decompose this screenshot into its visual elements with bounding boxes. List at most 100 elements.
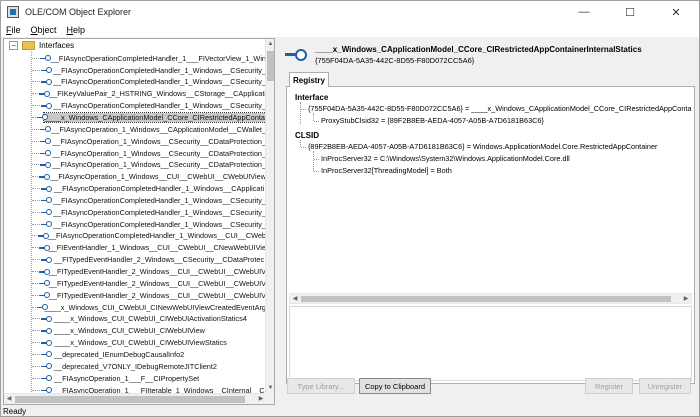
tree-item-label: __FIAsyncOperation_1___F__CIPropertySet (54, 373, 200, 383)
interface-icon (285, 48, 307, 62)
tree-connector (32, 294, 38, 296)
status-text: Ready (3, 406, 27, 416)
menu-bar: File Object Help (1, 23, 699, 37)
tree-item[interactable]: __FIAsyncOperation_1___F__CIPropertySet (4, 372, 266, 384)
tree-vertical-scrollbar[interactable]: ▲ ▼ (265, 39, 274, 393)
tree-item[interactable]: ____x_Windows_CUI_CWebUI_CINewWebUIViewC… (4, 301, 266, 313)
tree-item[interactable]: __FIAsyncOperation_1_Windows__CSecurity_… (4, 159, 266, 171)
tree-item[interactable]: __FIAsyncOperationCompletedHandler_1___F… (4, 52, 266, 64)
tree-item-label: __FIAsyncOperation_1_Windows__CSecurity_… (52, 160, 266, 170)
tree-connector (32, 69, 40, 71)
tree-item[interactable]: __FIAsyncOperationCompletedHandler_1_Win… (4, 183, 266, 195)
tree-connector (32, 93, 38, 95)
menu-help[interactable]: Help (62, 25, 91, 35)
tree-item[interactable]: __FIAsyncOperationCompletedHandler_1_Win… (4, 100, 266, 112)
scroll-left-icon[interactable]: ◀ (4, 394, 14, 404)
interface-icon (40, 196, 53, 204)
tree-item-label: ____x_Windows_CUI_CWebUI_CIWebUIActivati… (54, 314, 247, 324)
scroll-right-icon[interactable]: ▶ (681, 294, 691, 305)
interface-icon (40, 149, 52, 157)
registry-connector-line (300, 140, 301, 147)
window-title: OLE/COM Object Explorer (25, 7, 132, 17)
scrollbar-corner (265, 393, 274, 404)
tree-item[interactable]: ____x_Windows_CApplicationModel_CCore_CI… (4, 111, 266, 123)
tree-item[interactable]: __deprecated_V7ONLY_IDebugRemoteJITClien… (4, 360, 266, 372)
registry-clsid-entry: {89F2B8EB-AEDA-4057-A05B-A7D6181B63C6} =… (300, 142, 658, 151)
tab-registry[interactable]: Registry (289, 72, 329, 87)
tree-item[interactable]: ____x_Windows_CUI_CWebUI_CIWebUIActivati… (4, 313, 266, 325)
tree-item-label: __FITypedEventHandler_2_Windows__CUI__CW… (48, 267, 266, 276)
tree-connector (32, 188, 40, 190)
copy-to-clipboard-button[interactable]: Copy to Clipboard (359, 378, 431, 394)
tree-item[interactable]: __FIAsyncOperationCompletedHandler_1_Win… (4, 218, 266, 230)
tree-item[interactable]: __FITypedEventHandler_2_Windows__CSecuri… (4, 254, 266, 266)
tree-connector (32, 81, 40, 83)
tree-item[interactable]: __FIKeyValuePair_2_HSTRING_Windows__CSto… (4, 88, 266, 100)
tree-item[interactable]: __FIAsyncOperation_1_Windows__CUI__CWebU… (4, 171, 266, 183)
tree-vertical-scroll-thumb[interactable] (267, 51, 274, 81)
interface-icon (40, 220, 53, 228)
tree-connector (32, 365, 40, 367)
tree-item-label: __FIAsyncOperationCompletedHandler_1___F… (50, 53, 266, 63)
tree-item-label: __FIAsyncOperation_1___FIIterable_1_Wind… (54, 385, 265, 394)
tree-item[interactable]: __FIAsyncOperation_1_Windows__CSecurity_… (4, 135, 266, 147)
maximize-button[interactable]: ☐ (607, 1, 653, 23)
interface-icon (36, 113, 48, 121)
tree-item-label: __FIKeyValuePair_2_HSTRING_Windows__CSto… (49, 89, 266, 99)
tree-item[interactable]: __FIAsyncOperationCompletedHandler_1_Win… (4, 230, 266, 242)
tree-item[interactable]: ____x_Windows_CUI_CWebUI_CIWebUIViewStat… (4, 337, 266, 349)
tree-item-label: __FIAsyncOperationCompletedHandler_1_Win… (53, 207, 266, 217)
tree-item-label: __FITypedEventHandler_2_Windows__CUI__CW… (48, 290, 266, 300)
tree-item[interactable]: __FIAsyncOperationCompletedHandler_1_Win… (4, 76, 266, 88)
tree-item[interactable]: __FITypedEventHandler_2_Windows__CUI__CW… (4, 266, 266, 278)
interface-icon (37, 303, 48, 311)
registry-threading-model: InProcServer32[ThreadingModel] = Both (314, 166, 452, 175)
collapse-icon[interactable]: − (9, 41, 18, 50)
interface-icon (41, 350, 52, 358)
tree-item[interactable]: __FIAsyncOperationCompletedHandler_1_Win… (4, 194, 266, 206)
tree-item[interactable]: __FIAsyncOperationCompletedHandler_1_Win… (4, 206, 266, 218)
object-detail-pane: ____x_Windows_CApplicationModel_CCore_CI… (279, 38, 698, 405)
type-library-button[interactable]: Type Library... (287, 378, 355, 394)
registry-horizontal-scroll-thumb[interactable] (301, 296, 671, 302)
menu-object[interactable]: Object (26, 25, 62, 35)
tree-item-label: __FIAsyncOperationCompletedHandler_1_Win… (53, 77, 266, 87)
registry-interface-entry: {755F04DA-5A35-442C-8D55-F80D072CC5A6} =… (301, 104, 692, 113)
tree-connector (32, 389, 40, 391)
tree-connector (32, 235, 38, 237)
close-button[interactable]: ✕ (653, 1, 699, 23)
tree-root-interfaces[interactable]: − Interfaces (4, 39, 74, 52)
scroll-left-icon[interactable]: ◀ (290, 294, 300, 305)
app-icon (7, 6, 19, 18)
tree-connector (32, 306, 37, 308)
tree-item[interactable]: __FIEventHandler_1_Windows__CUI__CWebUI_… (4, 242, 266, 254)
tree-horizontal-scrollbar[interactable]: ◀ ▶ (4, 393, 266, 404)
scroll-up-icon[interactable]: ▲ (266, 39, 274, 49)
tree-item[interactable]: __FIAsyncOperation_1_Windows__CApplicati… (4, 123, 266, 135)
interface-icon (38, 291, 50, 299)
tree-horizontal-scroll-thumb[interactable] (15, 396, 245, 403)
tree-item-label: __FIAsyncOperationCompletedHandler_1_Win… (54, 184, 265, 194)
tree-item[interactable]: __FITypedEventHandler_2_Windows__CUI__CW… (4, 289, 266, 301)
tree-item[interactable]: __FIAsyncOperation_1_Windows__CSecurity_… (4, 147, 266, 159)
tree-item[interactable]: __FIAsyncOperation_1___FIIterable_1_Wind… (4, 384, 266, 393)
tree-item[interactable]: __FIAsyncOperationCompletedHandler_1_Win… (4, 64, 266, 76)
menu-file[interactable]: File (1, 25, 26, 35)
tree-item[interactable]: __FITypedEventHandler_2_Windows__CUI__CW… (4, 277, 266, 289)
tree-item[interactable]: __deprecated_IEnumDebugCausalInfo2 (4, 348, 266, 360)
registry-inproc-server: InProcServer32 = C:\Windows\System32\Win… (314, 154, 570, 163)
interface-icon (41, 386, 52, 393)
scroll-down-icon[interactable]: ▼ (266, 383, 274, 393)
tree-item[interactable]: ____x_Windows_CUI_CWebUI_CIWebUIView (4, 325, 266, 337)
tree-connector (32, 211, 40, 213)
interface-icon (40, 66, 53, 74)
interface-tree[interactable]: − Interfaces __FIAsyncOperationCompleted… (4, 39, 266, 393)
register-button[interactable]: Register (585, 378, 633, 394)
interface-icon (40, 78, 53, 86)
unregister-button[interactable]: Unregister (639, 378, 691, 394)
minimize-button[interactable]: — (561, 1, 607, 23)
registry-connector-line (313, 113, 314, 121)
interface-icon (39, 54, 51, 62)
folder-icon (22, 41, 35, 50)
registry-horizontal-scrollbar[interactable]: ◀ ▶ (289, 293, 692, 304)
